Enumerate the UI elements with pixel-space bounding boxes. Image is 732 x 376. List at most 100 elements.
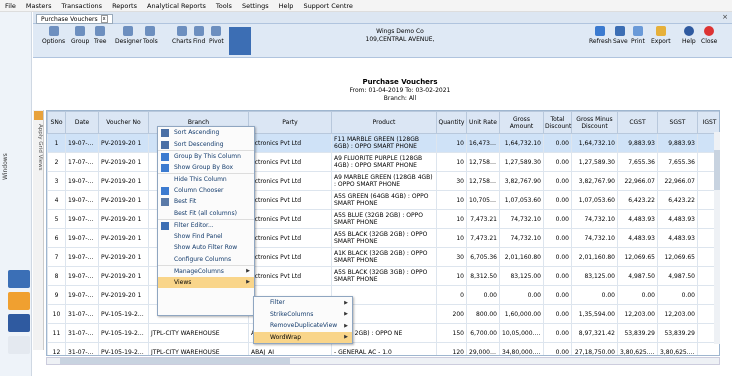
- table-cell[interactable]: 0.00: [543, 247, 572, 267]
- table-cell[interactable]: 22,966.07: [657, 171, 698, 191]
- table-cell[interactable]: 2: [47, 152, 66, 172]
- table-cell[interactable]: PV-105-19-20 1: [98, 304, 149, 324]
- table-cell[interactable]: 6: [47, 228, 66, 248]
- designer-button[interactable]: Designer: [115, 26, 142, 45]
- star-icon[interactable]: [34, 111, 43, 120]
- table-row[interactable]: 919-07-2019PV-2019-20 100.000.000.000.00…: [47, 285, 719, 305]
- table-cell[interactable]: 31-07-2019: [65, 323, 99, 343]
- table-cell[interactable]: PV-2019-20 1: [98, 171, 149, 191]
- table-cell[interactable]: F11 MARBLE GREEN (128GB 6GB) : OPPO SMAR…: [331, 133, 437, 153]
- table-cell[interactable]: 0.00: [543, 133, 572, 153]
- table-cell[interactable]: 19-07-2019: [65, 171, 99, 191]
- menu-item-sort-ascending[interactable]: Sort Ascending: [158, 127, 254, 139]
- table-cell[interactable]: JTPL-CITY WAREHOUSE: [148, 323, 249, 343]
- table-cell[interactable]: 1: [47, 133, 66, 153]
- chevron-down-icon[interactable]: [8, 336, 30, 354]
- table-cell[interactable]: A5S BLACK (32GB 2GB) : OPPO SMART PHONE: [331, 228, 437, 248]
- table-cell[interactable]: 200: [436, 304, 467, 324]
- table-cell[interactable]: 53,839.29: [657, 323, 698, 343]
- tab-purchase-vouchers[interactable]: Purchase Vouchers x: [36, 14, 113, 24]
- menu-item-show-auto-filter-row[interactable]: Show Auto Filter Row: [158, 242, 254, 254]
- options-button[interactable]: Options: [42, 26, 65, 45]
- table-cell[interactable]: A1K BLACK (32GB 2GB) : OPPO SMART PHONE: [331, 247, 437, 267]
- table-cell[interactable]: 83,125.00: [499, 266, 544, 286]
- table-cell[interactable]: 0.00: [657, 285, 698, 305]
- table-cell[interactable]: 19-07-2019: [65, 266, 99, 286]
- table-cell[interactable]: 8,312.50: [466, 266, 500, 286]
- submenu-item-filter[interactable]: Filter ▶: [254, 297, 352, 309]
- table-cell[interactable]: PV-2019-20 1: [98, 247, 149, 267]
- column-header-gross-minus-discount[interactable]: Gross Minus Discount: [571, 111, 618, 134]
- table-cell[interactable]: 0.00: [466, 285, 500, 305]
- menu-item-show-group-by-box[interactable]: Show Group By Box: [158, 162, 254, 174]
- table-cell[interactable]: 8,97,321.42: [571, 323, 618, 343]
- table-cell[interactable]: ectronics Pvt Ltd: [248, 247, 332, 267]
- table-row[interactable]: 719-07-2019PV-2019-20 1 ectronics Pvt Ltd…: [47, 247, 719, 267]
- find-button[interactable]: Find: [193, 26, 205, 45]
- table-cell[interactable]: 53,839.29: [617, 323, 658, 343]
- table-cell[interactable]: 30: [436, 247, 467, 267]
- table-row[interactable]: 319-07-2019PV-2019-20 1 ectronics Pvt Ltd…: [47, 171, 719, 191]
- menu-item-show-find-panel[interactable]: Show Find Panel: [158, 231, 254, 243]
- menu-item-filter-editor[interactable]: Filter Editor...: [158, 219, 254, 231]
- table-cell[interactable]: 800.00: [466, 304, 500, 324]
- tools-button[interactable]: Tools: [143, 26, 158, 45]
- table-cell[interactable]: 74,732.10: [571, 209, 618, 229]
- table-row[interactable]: 217-07-2019PV-2019-20 1 ectronics Pvt Ltd…: [47, 152, 719, 172]
- table-cell[interactable]: PV-105-19-20 1: [98, 342, 149, 355]
- menu-item-sort-descending[interactable]: Sort Descending: [158, 139, 254, 151]
- table-cell[interactable]: 19-07-2019: [65, 228, 99, 248]
- column-header-voucher-no[interactable]: Voucher No: [98, 111, 149, 134]
- column-header-product[interactable]: Product: [331, 111, 437, 134]
- table-row[interactable]: 1131-07-2019PV-105-19-20 1JTPL-CITY WARE…: [47, 323, 719, 343]
- table-cell[interactable]: 19-07-2019: [65, 285, 99, 305]
- table-cell[interactable]: 0.00: [617, 285, 658, 305]
- table-cell[interactable]: 3,80,625.00: [657, 342, 698, 355]
- menu-analytical-reports[interactable]: Analytical Reports: [142, 2, 211, 10]
- table-cell[interactable]: 16,473.21: [466, 133, 500, 153]
- table-cell[interactable]: 10: [436, 228, 467, 248]
- table-cell[interactable]: 10: [436, 266, 467, 286]
- table-cell[interactable]: 0.00: [543, 342, 572, 355]
- tree-button[interactable]: Tree: [94, 26, 107, 45]
- table-cell[interactable]: 12,758.93: [466, 171, 500, 191]
- column-header-cgst[interactable]: CGST: [617, 111, 658, 134]
- table-cell[interactable]: 150: [436, 323, 467, 343]
- table-cell[interactable]: 19-07-2019: [65, 190, 99, 210]
- menu-help[interactable]: Help: [274, 2, 299, 10]
- table-cell[interactable]: PV-2019-20 1: [98, 266, 149, 286]
- table-cell[interactable]: 22,966.07: [617, 171, 658, 191]
- table-cell[interactable]: 0: [436, 285, 467, 305]
- table-cell[interactable]: 74,732.10: [499, 228, 544, 248]
- table-cell[interactable]: 12,069.65: [657, 247, 698, 267]
- column-header-sgst[interactable]: SGST: [657, 111, 698, 134]
- table-cell[interactable]: 31-07-2019: [65, 304, 99, 324]
- table-cell[interactable]: 0.00: [543, 152, 572, 172]
- menu-support-centre[interactable]: Support Centre: [298, 2, 358, 10]
- menu-masters[interactable]: Masters: [21, 2, 57, 10]
- table-cell[interactable]: ectronics Pvt Ltd: [248, 190, 332, 210]
- table-cell[interactable]: 10: [436, 190, 467, 210]
- menu-transactions[interactable]: Transactions: [56, 2, 107, 10]
- table-cell[interactable]: 8: [47, 266, 66, 286]
- table-cell[interactable]: 83,125.00: [571, 266, 618, 286]
- export-button[interactable]: Export: [651, 26, 671, 45]
- table-cell[interactable]: 7,473.21: [466, 209, 500, 229]
- table-cell[interactable]: 31-07-2019: [65, 342, 99, 355]
- table-cell[interactable]: PV-2019-20 1: [98, 133, 149, 153]
- table-cell[interactable]: 12: [47, 342, 66, 355]
- table-cell[interactable]: 74,732.10: [571, 228, 618, 248]
- table-cell[interactable]: 10: [436, 209, 467, 229]
- table-cell[interactable]: 11: [47, 323, 66, 343]
- table-cell[interactable]: 7: [47, 247, 66, 267]
- table-cell[interactable]: 0.00: [571, 285, 618, 305]
- table-cell[interactable]: 10: [47, 304, 66, 324]
- save-button[interactable]: Save: [613, 26, 628, 45]
- table-cell[interactable]: 2,01,160.80: [499, 247, 544, 267]
- submenu-item-strikecolumns[interactable]: StrikeColumns ▶: [254, 309, 352, 321]
- table-cell[interactable]: 74,732.10: [499, 209, 544, 229]
- table-cell[interactable]: 4,483.93: [657, 228, 698, 248]
- submenu-item-removeduplicateview[interactable]: RemoveDuplicateView ▶: [254, 320, 352, 332]
- table-cell[interactable]: 2,01,160.80: [571, 247, 618, 267]
- table-cell[interactable]: [697, 342, 719, 355]
